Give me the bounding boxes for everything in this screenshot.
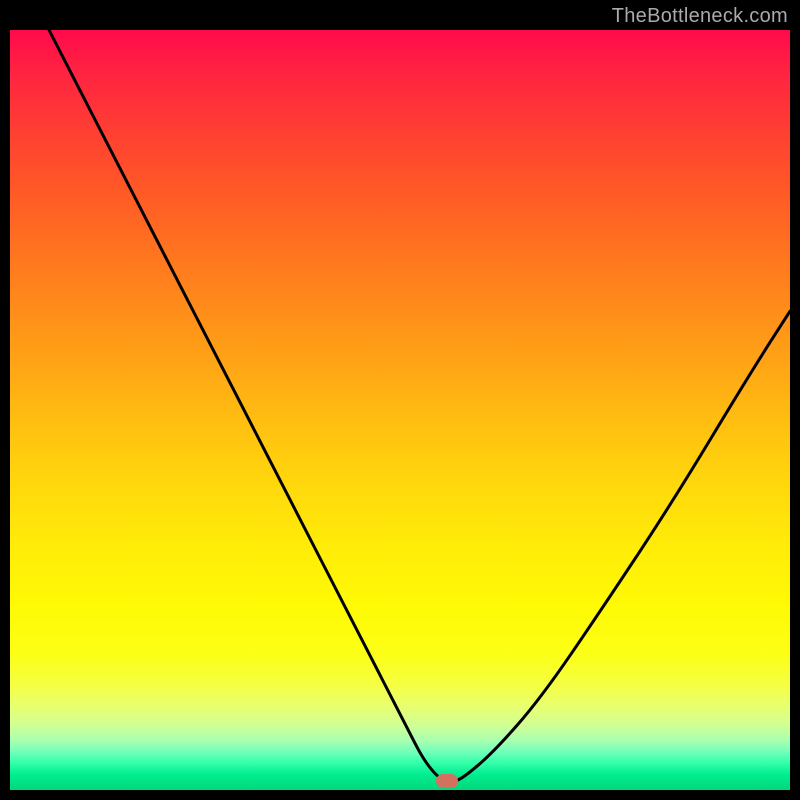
watermark-text: TheBottleneck.com <box>612 5 788 28</box>
chart-container <box>10 30 790 790</box>
optimal-point-marker <box>436 774 458 788</box>
bottleneck-curve <box>10 30 790 790</box>
